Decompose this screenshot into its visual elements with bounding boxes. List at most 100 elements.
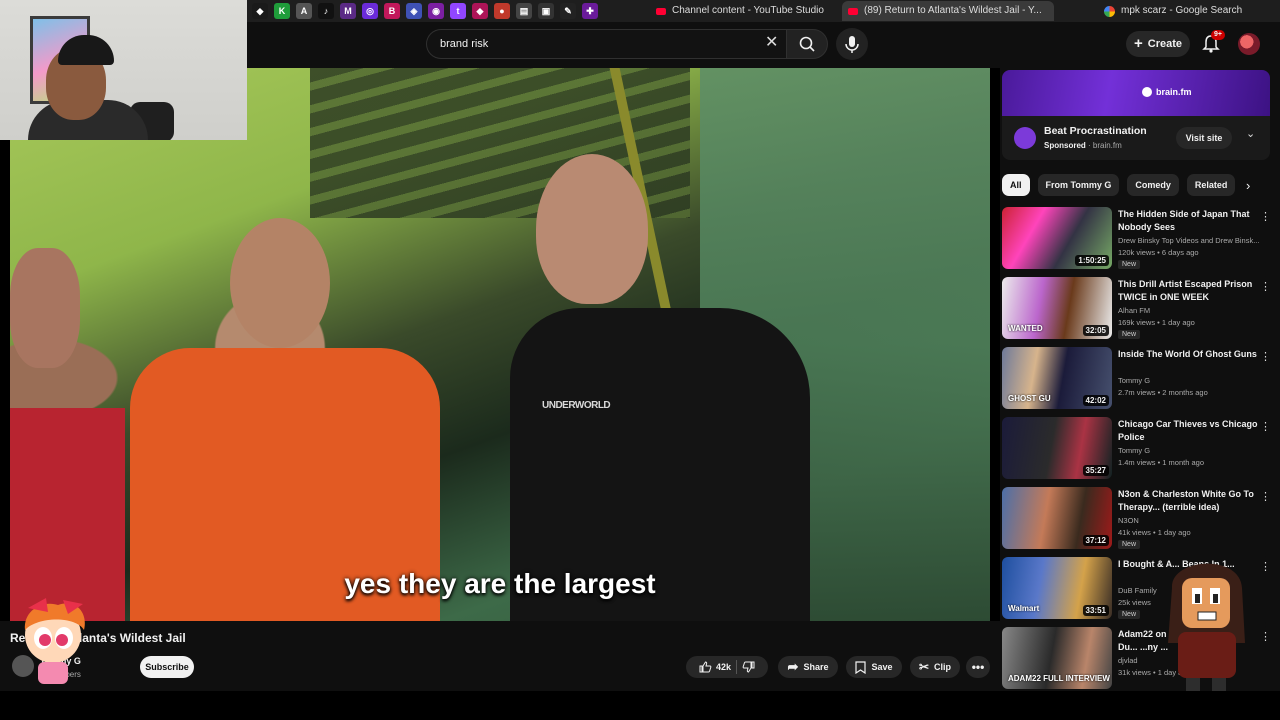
like-divider	[736, 660, 738, 674]
chip-from-tommy-g[interactable]: From Tommy G	[1037, 174, 1120, 196]
notification-count-badge: 9+	[1211, 30, 1225, 40]
bookmark-favicon-icon[interactable]: M	[340, 3, 356, 19]
bottom-letterbox	[0, 691, 1280, 720]
video-title[interactable]: Inside The World Of Ghost Guns	[1118, 348, 1258, 361]
thumbnail-text: ADAM22 FULL INTERVIEW	[1008, 674, 1110, 683]
bookmark-favicon-icon[interactable]: ◉	[428, 3, 444, 19]
share-label: Share	[803, 662, 829, 672]
video-meta: 41k views • 1 day ago	[1118, 528, 1191, 537]
video-person-head-center	[536, 154, 648, 304]
search-button[interactable]	[786, 29, 828, 59]
video-channel[interactable]: N3ON	[1118, 516, 1268, 525]
search-input[interactable]: brand risk	[426, 29, 792, 59]
new-badge: New	[1118, 540, 1141, 549]
sidebar-video-item[interactable]: 1:50:25 The Hidden Side of Japan That Nob…	[1002, 206, 1272, 276]
video-player[interactable]: UNDERWORLD yes they are the largest	[10, 68, 990, 621]
more-vertical-icon[interactable]: ⋮	[1260, 420, 1271, 433]
video-thumbnail[interactable]: Walmart 33:51	[1002, 557, 1112, 619]
video-info: Return to Atlanta's Wildest Jail Tommy G…	[0, 621, 1000, 691]
video-channel[interactable]: Drew Binsky Top Videos and Drew Binsk...	[1118, 236, 1268, 245]
more-vertical-icon[interactable]: ⋮	[1260, 560, 1271, 573]
video-duration: 1:50:25	[1075, 255, 1109, 266]
share-button[interactable]: ➦ Share	[778, 656, 838, 678]
video-channel[interactable]: Alhan FM	[1118, 306, 1268, 315]
video-thumbnail[interactable]: 1:50:25	[1002, 207, 1112, 269]
video-thumbnail[interactable]: GHOST GU 42:02	[1002, 347, 1112, 409]
video-meta: 25k views	[1118, 598, 1151, 607]
clip-button[interactable]: ✂ Clip	[910, 656, 960, 678]
video-duration: 37:12	[1082, 535, 1109, 546]
like-count: 42k	[715, 662, 732, 672]
video-caption: yes they are the largest	[344, 568, 656, 599]
video-title[interactable]: This Drill Artist Escaped Prison TWICE i…	[1118, 278, 1258, 304]
more-vertical-icon[interactable]: ⋮	[1260, 490, 1271, 503]
video-channel[interactable]: Tommy G	[1118, 446, 1268, 455]
clear-search-icon[interactable]: ✕	[765, 34, 778, 52]
sponsored-label: Sponsored	[1044, 141, 1086, 150]
video-meta: 1.4m views • 1 month ago	[1118, 458, 1205, 467]
bookmark-favicon-icon[interactable]: ●	[494, 3, 510, 19]
save-button[interactable]: Save	[846, 656, 902, 678]
filter-chips: All From Tommy G Comedy Related	[1002, 174, 1236, 196]
more-vertical-icon[interactable]: ⋮	[1260, 630, 1271, 643]
bookmark-favicon-icon[interactable]: ♪	[318, 3, 334, 19]
chip-all[interactable]: All	[1002, 174, 1030, 196]
video-thumbnail[interactable]: ADAM22 FULL INTERVIEW	[1002, 627, 1112, 689]
share-icon: ➦	[787, 659, 799, 674]
bookmark-favicon-icon[interactable]: ✎	[560, 3, 576, 19]
bookmark-favicon-icon[interactable]: A	[296, 3, 312, 19]
sidebar-video-item[interactable]: WANTED 32:05 This Drill Artist Escaped Pri…	[1002, 276, 1272, 346]
tab-youtube-studio[interactable]: Channel content - YouTube Studio	[650, 1, 830, 21]
chevron-down-icon[interactable]: ⌄	[1246, 127, 1255, 140]
search-icon	[799, 36, 815, 52]
video-duration: 33:51	[1082, 605, 1109, 616]
bookmark-favicon-icon[interactable]: ▤	[516, 3, 532, 19]
more-vertical-icon[interactable]: ⋮	[1260, 210, 1271, 223]
tab-title: Channel content - YouTube Studio	[672, 5, 824, 16]
tab-active-video[interactable]: (89) Return to Atlanta's Wildest Jail - …	[842, 1, 1054, 21]
video-thumbnail[interactable]: 37:12	[1002, 487, 1112, 549]
subscribe-button[interactable]: Subscribe	[140, 656, 194, 678]
like-dislike-group: 42k	[686, 656, 768, 678]
video-title[interactable]: Chicago Car Thieves vs Chicago Police	[1118, 418, 1258, 444]
sidebar-video-item[interactable]: 37:12 N3on & Charleston White Go To Thera…	[1002, 486, 1272, 556]
bookmark-favicon-icon[interactable]: t	[450, 3, 466, 19]
bookmark-favicon-icon[interactable]: ◎	[362, 3, 378, 19]
tab-google-search[interactable]: mpk scarz - Google Search	[1098, 1, 1248, 21]
thumbnail-text: GHOST GU	[1008, 394, 1051, 403]
bookmark-favicon-icon[interactable]: ▣	[538, 3, 554, 19]
chip-comedy[interactable]: Comedy	[1127, 174, 1179, 196]
bookmark-favicon-icon[interactable]: ◆	[472, 3, 488, 19]
sidebar-video-item[interactable]: 35:27 Chicago Car Thieves vs Chicago Poli…	[1002, 416, 1272, 486]
more-vertical-icon[interactable]: ⋮	[1260, 280, 1271, 293]
account-avatar[interactable]	[1238, 33, 1260, 55]
ad-banner-image[interactable]: brain.fm	[1002, 70, 1270, 116]
more-vertical-icon[interactable]: ⋮	[1260, 350, 1271, 363]
sidebar-video-item[interactable]: GHOST GU 42:02 Inside The World Of Ghost G…	[1002, 346, 1272, 416]
bookmark-favicon-icon[interactable]: K	[274, 3, 290, 19]
ad-card[interactable]: Beat Procrastination Sponsored · brain.f…	[1002, 116, 1270, 160]
video-channel[interactable]: Tommy G	[1118, 376, 1268, 385]
bookmark-favicon-icon[interactable]: ◈	[406, 3, 422, 19]
more-actions-button[interactable]: •••	[966, 656, 990, 678]
ad-domain: brain.fm	[1092, 141, 1122, 150]
bookmark-favicon-icon[interactable]: ◆	[252, 3, 268, 19]
video-title[interactable]: The Hidden Side of Japan That Nobody See…	[1118, 208, 1258, 234]
visit-site-button[interactable]: Visit site	[1176, 127, 1232, 149]
bookmark-favicon-icon[interactable]: B	[384, 3, 400, 19]
video-title[interactable]: N3on & Charleston White Go To Therapy...…	[1118, 488, 1258, 514]
microphone-icon	[845, 36, 859, 53]
chip-related[interactable]: Related	[1186, 174, 1236, 196]
voice-search-button[interactable]	[836, 28, 868, 60]
thumbs-down-icon[interactable]	[742, 660, 756, 674]
tab-title: (89) Return to Atlanta's Wildest Jail - …	[864, 5, 1042, 16]
chevron-right-icon[interactable]: ›	[1246, 178, 1250, 193]
video-thumbnail[interactable]: 35:27	[1002, 417, 1112, 479]
create-button[interactable]: + Create	[1126, 31, 1190, 57]
more-horizontal-icon: •••	[971, 660, 985, 674]
like-button[interactable]: 42k	[698, 660, 731, 674]
video-thumbnail[interactable]: WANTED 32:05	[1002, 277, 1112, 339]
video-duration: 42:02	[1082, 395, 1109, 406]
bookmark-favicon-icon[interactable]: ✚	[582, 3, 598, 19]
youtube-icon	[656, 7, 666, 15]
